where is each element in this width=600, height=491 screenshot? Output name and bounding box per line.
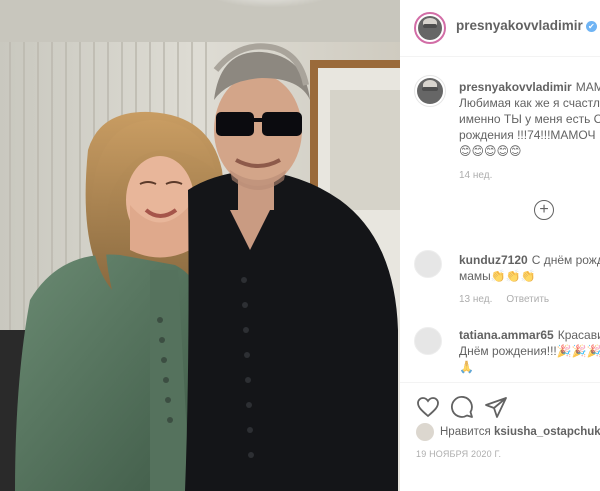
load-more-comments-button[interactable]: +: [534, 200, 554, 220]
caption-emoji-line: 😊😊😊😊😊: [459, 144, 522, 158]
heart-icon[interactable]: [416, 395, 440, 419]
reply-button[interactable]: Ответить: [506, 294, 549, 305]
post-photo[interactable]: [0, 0, 400, 491]
author-avatar[interactable]: [414, 12, 446, 44]
post-side-panel: presnyakovvladimir✔•По presnyakovvladimi…: [400, 0, 600, 491]
caption-text: МАМ: [575, 80, 600, 94]
comment-text: С днём рожд: [531, 253, 600, 267]
liker-username[interactable]: ksiusha_ostapchuk: [494, 426, 600, 438]
caption-avatar[interactable]: [414, 75, 446, 107]
share-icon[interactable]: [484, 395, 508, 419]
post-actions-bar: [400, 382, 600, 423]
comment-line: tatiana.ammar65 Красави: [459, 327, 600, 343]
caption-meta: 14 нед.: [459, 170, 506, 181]
post-header: presnyakovvladimir✔•По: [400, 0, 600, 57]
caption-line-4: рождения !!!74!!!МАМОЧ: [459, 128, 596, 142]
comment-avatar[interactable]: [414, 250, 442, 278]
caption-line-2: Любимая как же я счастл: [459, 96, 600, 110]
comment-line: kunduz7120 С днём рожд: [459, 252, 600, 268]
comment-text-line-2: Днём рождения!!!🎉🎉🎉: [459, 344, 600, 358]
photo-illustration: [0, 0, 400, 491]
author-username-row: presnyakovvladimir✔•По: [456, 18, 600, 33]
comment-time[interactable]: 13 нед.: [459, 294, 492, 305]
verified-icon: ✔: [585, 21, 597, 32]
caption-line-3: именно ТЫ у меня есть С: [459, 112, 600, 126]
comment-text-line-2: мамы👏👏👏: [459, 269, 536, 283]
author-username[interactable]: presnyakovvladimir: [456, 18, 583, 33]
comment-icon[interactable]: [450, 395, 474, 419]
caption-line-1: presnyakovvladimir МАМ: [459, 79, 600, 95]
caption-username[interactable]: presnyakovvladimir: [459, 80, 572, 94]
likes-prefix: Нравится: [440, 426, 491, 439]
comment-username[interactable]: kunduz7120: [459, 253, 528, 267]
comment-text-line-3: 🙏: [459, 360, 474, 374]
comment-avatar[interactable]: [414, 327, 442, 355]
comment-username[interactable]: tatiana.ammar65: [459, 328, 554, 342]
likes-row: Нравится ksiusha_ostapchuk: [416, 423, 600, 441]
comments-list[interactable]: presnyakovvladimir МАМ Любимая как же я с…: [400, 57, 600, 382]
caption-time[interactable]: 14 нед.: [459, 170, 492, 181]
post-date[interactable]: 19 НОЯБРЯ 2020 Г.: [416, 449, 501, 459]
comment-meta: 13 нед. Ответить: [459, 294, 563, 305]
liker-avatar[interactable]: [416, 423, 434, 441]
comment-text: Красави: [557, 328, 600, 342]
